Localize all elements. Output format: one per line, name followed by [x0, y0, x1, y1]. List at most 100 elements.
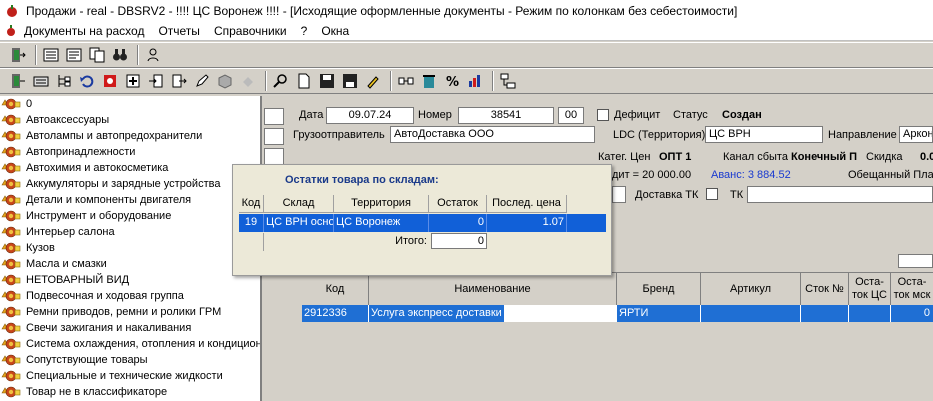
app-menu-icon[interactable]	[4, 24, 18, 37]
tree-item[interactable]: Автохимия и автокосметика	[0, 160, 260, 176]
save-button[interactable]	[317, 71, 337, 91]
row-name-edit[interactable]	[505, 305, 617, 322]
tree-item-label: Автоаксессуары	[26, 114, 110, 126]
keyboard-button[interactable]	[31, 71, 51, 91]
menu-documents[interactable]: Документы на расход	[24, 24, 144, 38]
exit2-button[interactable]	[8, 71, 28, 91]
tree-item-label: Автолампы и автопредохранители	[26, 130, 203, 142]
column-brand[interactable]: Бренд	[617, 273, 701, 305]
small-field[interactable]	[612, 186, 626, 203]
tree-item[interactable]: Подвесочная и ходовая группа	[0, 288, 260, 304]
folder-node-icon	[1, 336, 21, 352]
chart-button[interactable]	[465, 71, 485, 91]
delivery-tk-checkbox[interactable]	[706, 188, 718, 200]
tree-item-label: Автохимия и автокосметика	[26, 162, 169, 174]
category-tree[interactable]: 0 Автоаксессуары Автолампы и автопредохран…	[0, 96, 262, 401]
grid-top-field[interactable]	[898, 254, 933, 268]
document-list-button[interactable]	[64, 45, 84, 65]
search-button[interactable]	[271, 71, 291, 91]
left-field-1[interactable]	[264, 108, 284, 125]
tree-item[interactable]: Свечи зажигания и накаливания	[0, 320, 260, 336]
add-button[interactable]	[123, 71, 143, 91]
tree-item[interactable]: 0	[0, 96, 260, 112]
price-category-value: ОПТ 1	[659, 151, 692, 163]
folder-node-icon	[1, 160, 21, 176]
trash-button[interactable]	[419, 71, 439, 91]
deficit-label: Дефицит	[614, 109, 661, 121]
user-search-button[interactable]	[143, 45, 163, 65]
trash-icon	[423, 75, 435, 88]
tree-item[interactable]: Ремни приводов, ремни и ролики ГРМ	[0, 304, 260, 320]
undo-button[interactable]	[77, 71, 97, 91]
binoculars-button[interactable]	[110, 45, 130, 65]
credit-limit-text: дит = 20 000.00	[612, 169, 692, 181]
folder-node-icon	[1, 320, 21, 336]
column-article[interactable]: Артикул	[701, 273, 801, 305]
pack-button[interactable]	[215, 71, 235, 91]
direction-field[interactable]: Аркон	[899, 126, 933, 143]
folder-node-icon	[1, 128, 21, 144]
tree-item[interactable]: НЕТОВАРНЫЙ ВИД	[0, 272, 260, 288]
tree-item[interactable]: Автоаксессуары	[0, 112, 260, 128]
status-label: Статус	[673, 109, 708, 121]
stop-button[interactable]	[100, 71, 120, 91]
folder-node-icon	[1, 304, 21, 320]
folder-node-icon	[1, 176, 21, 192]
left-field-3[interactable]	[264, 148, 284, 165]
tk-field[interactable]	[747, 186, 933, 203]
link-button[interactable]	[396, 71, 416, 91]
ldc-field[interactable]: ЦС ВРН	[705, 126, 823, 143]
number-suffix-field[interactable]: 00	[558, 107, 584, 124]
tree-item[interactable]: Автолампы и автопредохранители	[0, 128, 260, 144]
percent-button[interactable]: %	[442, 71, 462, 91]
save-as-button[interactable]	[340, 71, 360, 91]
left-field-2[interactable]	[264, 128, 284, 145]
menu-reports[interactable]: Отчеты	[158, 24, 199, 38]
list-icon	[43, 48, 59, 62]
stock-row-territory: ЦС Воронеж	[334, 214, 429, 232]
number-field[interactable]: 38541	[458, 107, 554, 124]
hierarchy-button[interactable]	[498, 71, 518, 91]
column-stock-no[interactable]: Сток №	[801, 273, 849, 305]
pages-button[interactable]	[87, 45, 107, 65]
tree-icon	[58, 75, 71, 87]
shipper-field[interactable]: АвтоДоставка ООО	[390, 126, 595, 143]
status-value: Создан	[722, 109, 762, 121]
exit-button[interactable]	[8, 45, 28, 65]
date-field[interactable]: 09.07.24	[326, 107, 414, 124]
deficit-checkbox[interactable]	[597, 109, 609, 121]
table-row[interactable]: 2912336 Услуга экспресс доставки ЯРТИ 0	[302, 305, 933, 322]
column-rest-msk[interactable]: Оста- ток мск	[891, 273, 933, 305]
document-button[interactable]	[294, 71, 314, 91]
export-button[interactable]	[169, 71, 189, 91]
tree-item[interactable]: Сопутствующие товары	[0, 352, 260, 368]
menu-windows[interactable]: Окна	[321, 24, 349, 38]
column-code[interactable]: Код	[302, 273, 369, 305]
column-name[interactable]: Наименование	[369, 273, 617, 305]
menu-help[interactable]: ?	[301, 24, 308, 38]
tree-item[interactable]: Специальные и технические жидкости	[0, 368, 260, 384]
tree-item[interactable]: Автопринадлежности	[0, 144, 260, 160]
tree-button[interactable]	[54, 71, 74, 91]
print-disabled-button[interactable]	[238, 71, 258, 91]
stock-row[interactable]: 19 ЦС ВРН основ ЦС Воронеж 0 1.07	[239, 214, 606, 232]
undo-icon	[80, 75, 94, 88]
tree-item[interactable]: Аккумуляторы и зарядные устройства	[0, 176, 260, 192]
export-icon	[172, 74, 187, 88]
exit-door-icon	[12, 74, 25, 88]
tree-item[interactable]: Детали и компоненты двигателя	[0, 192, 260, 208]
column-rest-cs[interactable]: Оста- ток ЦС	[849, 273, 891, 305]
tree-item[interactable]: Масла и смазки	[0, 256, 260, 272]
menu-references[interactable]: Справочники	[214, 24, 287, 38]
edit-button[interactable]	[192, 71, 212, 91]
shipper-label: Грузоотправитель	[293, 129, 385, 141]
tree-item[interactable]: Инструмент и оборудование	[0, 208, 260, 224]
tree-item[interactable]: Система охлаждения, отопления и кондицио…	[0, 336, 260, 352]
tree-item[interactable]: Интерьер салона	[0, 224, 260, 240]
tree-item[interactable]: Товар не в классификаторе	[0, 384, 260, 400]
import-button[interactable]	[146, 71, 166, 91]
discount-value: 0.0	[920, 151, 933, 163]
highlight-button[interactable]	[363, 71, 383, 91]
list-button[interactable]	[41, 45, 61, 65]
tree-item[interactable]: Кузов	[0, 240, 260, 256]
